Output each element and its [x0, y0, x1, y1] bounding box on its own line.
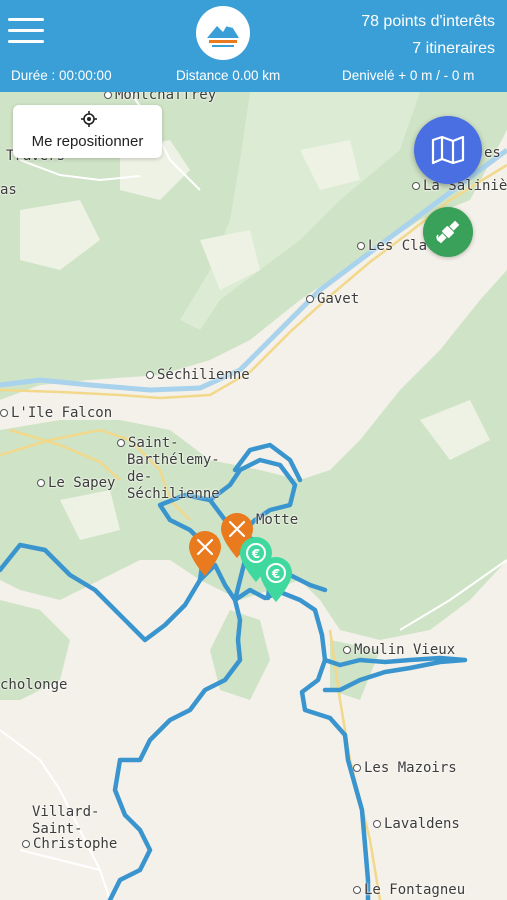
poi-count: 78 points d'interêts — [361, 13, 495, 30]
place-label: Moulin Vieux — [343, 642, 455, 659]
place-label: Le Sapey — [37, 475, 115, 492]
restaurant-pin[interactable] — [187, 530, 223, 583]
place-label: es C — [484, 145, 507, 161]
satellite-button[interactable] — [423, 207, 473, 257]
euro-icon: € — [271, 567, 280, 581]
place-label: Motte — [256, 512, 299, 528]
crosshair-icon — [81, 111, 97, 127]
place-label: Lavaldens — [373, 816, 460, 833]
header-stats: 78 points d'interêts 7 itineraires — [361, 8, 495, 62]
itineraries-count: 7 itineraires — [412, 40, 495, 57]
place-label: Barthélemy- — [127, 452, 220, 468]
distance-value: Distance 0.00 km — [176, 68, 281, 83]
money-pin[interactable]: € — [258, 556, 294, 609]
place-label: Gavet — [306, 291, 359, 308]
place-label: Saint- — [117, 435, 179, 452]
place-label: de- — [127, 469, 153, 485]
reposition-label: Me repositionner — [31, 133, 144, 150]
place-label: cholonge — [0, 677, 68, 693]
hamburger-icon[interactable] — [8, 18, 44, 48]
duration-value: Durée : 00:00:00 — [11, 68, 112, 83]
place-label: as — [0, 182, 17, 198]
place-label: Villard- — [32, 804, 100, 820]
app-header: 78 points d'interêts 7 itineraires Durée… — [0, 0, 507, 92]
place-label: Le Fontagneu — [353, 882, 465, 899]
place-label: L'Ile Falcon — [0, 405, 112, 422]
place-label: Les Mazoirs — [353, 760, 457, 777]
map-layer-button[interactable] — [414, 116, 482, 184]
place-label: Montchaffrey — [104, 92, 216, 104]
reposition-button[interactable]: Me repositionner — [13, 105, 162, 158]
place-label: Christophe — [22, 836, 117, 853]
place-label: Séchilienne — [146, 367, 250, 384]
place-label: Séchilienne — [127, 486, 220, 502]
map-icon — [431, 135, 465, 165]
brand-logo-icon — [196, 6, 250, 60]
elevation-value: Denivelé + 0 m / - 0 m — [342, 68, 475, 83]
satellite-icon — [436, 220, 460, 244]
